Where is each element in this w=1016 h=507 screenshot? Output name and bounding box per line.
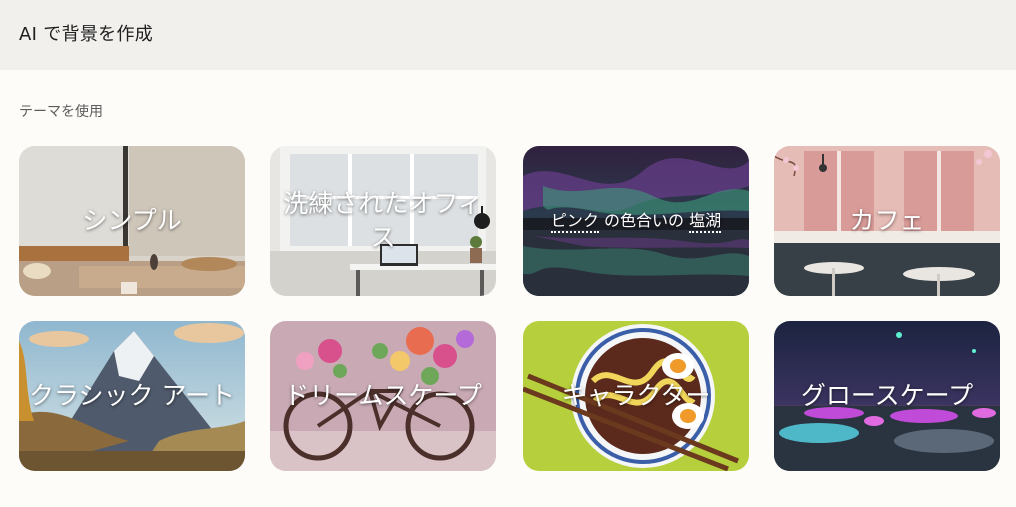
theme-card-character[interactable]: キャラクター (523, 321, 749, 471)
theme-label: キャラクター (561, 381, 711, 410)
theme-label: カフェ (849, 206, 925, 235)
theme-card-classic-art[interactable]: クラシック アート (19, 321, 245, 471)
theme-label: シンプル (82, 206, 182, 235)
theme-label-text: の色合いの (603, 211, 684, 230)
theme-card-simple[interactable]: シンプル (19, 146, 245, 296)
theme-card-cafe[interactable]: カフェ (774, 146, 1000, 296)
theme-label-term: 塩湖 (689, 211, 722, 233)
theme-label-term: ピンク (550, 211, 599, 233)
theme-label: ピンク の色合いの 塩湖 (529, 146, 743, 296)
theme-label: 洗練されたオフィス (283, 189, 483, 252)
theme-card-salt-lake[interactable]: ピンク の色合いの 塩湖 (523, 146, 749, 296)
theme-card-office[interactable]: 洗練されたオフィス (270, 146, 496, 296)
dialog-header: AI で背景を作成 (0, 0, 1016, 70)
theme-label: クラシック アート (29, 381, 235, 410)
section-label: テーマを使用 (19, 104, 103, 120)
theme-label: ドリームスケープ (284, 381, 482, 410)
theme-label: グロースケープ (800, 381, 974, 410)
theme-card-glowscape[interactable]: グロースケープ (774, 321, 1000, 471)
page-title: AI で背景を作成 (19, 24, 154, 45)
theme-card-dreamscape[interactable]: ドリームスケープ (270, 321, 496, 471)
